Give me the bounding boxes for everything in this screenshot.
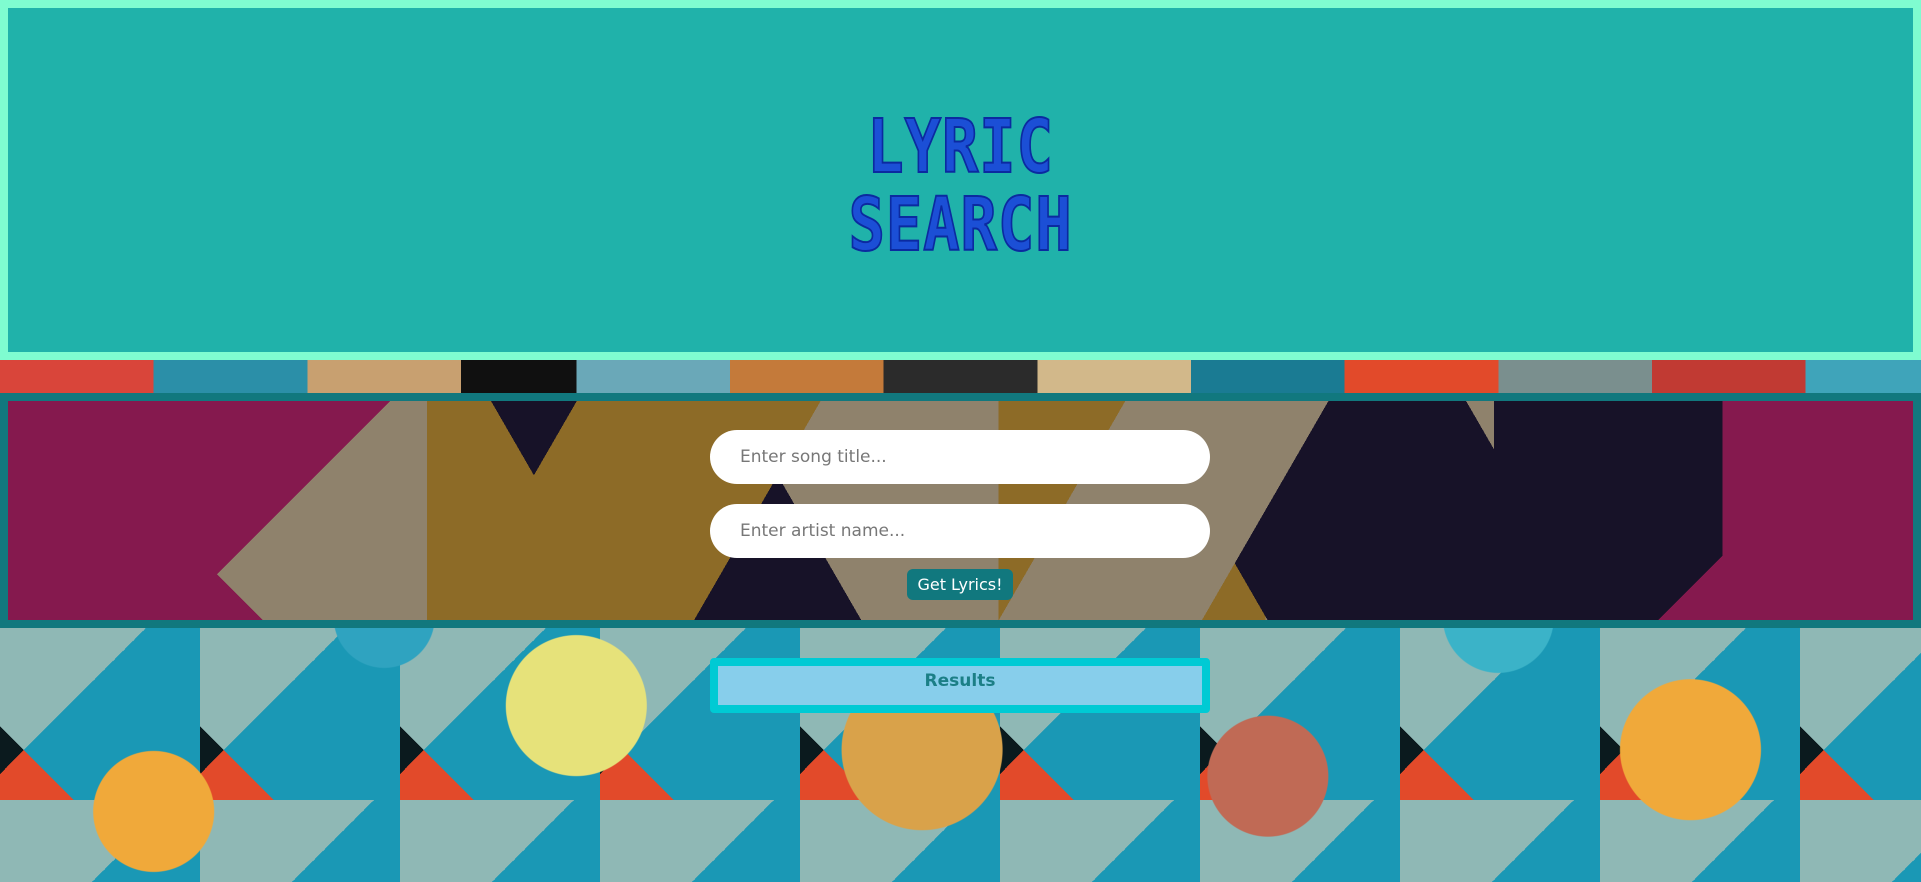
background-pattern-top [0,360,1921,393]
logo-line-1: LYRIC [866,104,1054,190]
results-title: Results [924,671,996,691]
song-title-input[interactable] [710,430,1210,484]
get-lyrics-button[interactable]: Get Lyrics! [907,569,1013,600]
results-box: Results [710,658,1210,713]
site-logo: LYRIC SEARCH [179,104,1741,268]
logo-line-2: SEARCH [848,182,1073,268]
site-header: LYRIC SEARCH [0,0,1921,360]
artist-name-input[interactable] [710,504,1210,558]
